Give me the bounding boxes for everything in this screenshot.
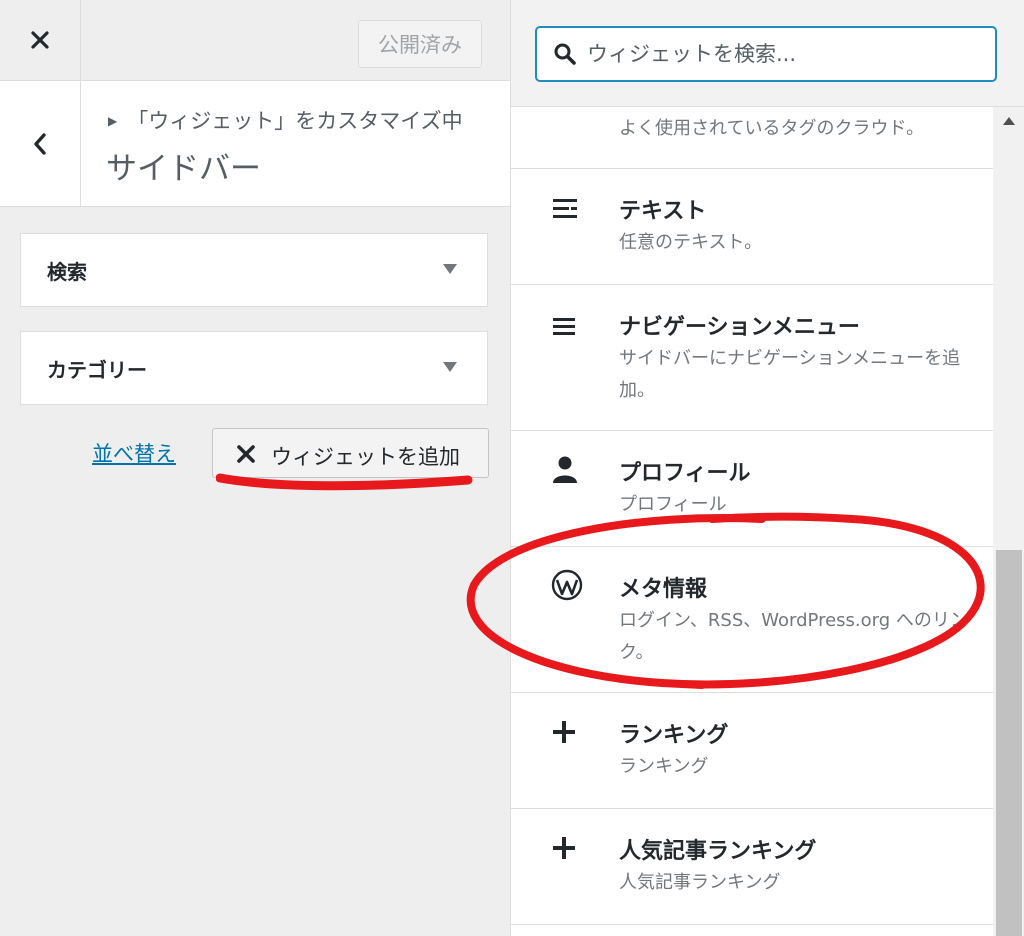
widget-option-desc: ログイン、RSS、WordPress.org へのリンク。	[619, 610, 968, 663]
widget-option-desc: 任意のテキスト。	[619, 232, 763, 253]
widget-option-navigation-menu[interactable]: ナビゲーションメニュー サイドバーにナビゲーションメニューを追加。	[511, 285, 993, 431]
available-widgets-list: よく使用されているタグのクラウド。 テキスト 任意のテキスト。 ナビゲーションメ…	[511, 107, 993, 936]
widget-option-meta[interactable]: メタ情報 ログイン、RSS、WordPress.org へのリンク。	[511, 547, 993, 693]
customizer-topbar: 公開済み	[0, 0, 510, 81]
scrollbar-thumb[interactable]	[996, 550, 1022, 936]
plus-icon	[553, 721, 575, 743]
widget-option-title: プロフィール	[619, 461, 751, 486]
widget-option-title: ランキング	[619, 723, 729, 748]
widget-option-desc: ランキング	[619, 756, 709, 777]
widget-option-popular-ranking[interactable]: 人気記事ランキング 人気記事ランキング	[511, 809, 993, 925]
chevron-left-icon	[34, 132, 46, 155]
widget-search-area	[511, 0, 1024, 107]
caret-down-icon[interactable]	[443, 362, 457, 372]
person-icon	[553, 456, 577, 483]
scroll-up-arrow-icon[interactable]	[1003, 117, 1015, 125]
triangle-right-icon: ▶	[108, 114, 118, 128]
widget-search-box[interactable]	[535, 26, 997, 82]
widget-option-desc: サイドバーにナビゲーションメニューを追加。	[619, 348, 961, 401]
publish-button[interactable]: 公開済み	[358, 20, 482, 68]
menu-icon	[553, 318, 575, 335]
plus-icon	[553, 837, 575, 859]
widget-option-desc: 人気記事ランキング	[619, 872, 781, 893]
widget-option-tag-cloud[interactable]: よく使用されているタグのクラウド。	[511, 107, 993, 169]
back-button[interactable]	[0, 81, 81, 206]
section-header: ▶ 「ウィジェット」をカスタマイズ中 サイドバー	[0, 81, 510, 207]
widget-search-input[interactable]	[587, 36, 977, 72]
widget-option-text[interactable]: テキスト 任意のテキスト。	[511, 169, 993, 285]
widget-option-desc: プロフィール	[619, 494, 727, 515]
breadcrumb: ▶ 「ウィジェット」をカスタマイズ中	[108, 105, 463, 135]
widget-option-title: 人気記事ランキング	[619, 839, 817, 864]
customizer-panel: 公開済み ▶ 「ウィジェット」をカスタマイズ中 サイドバー 検索 カテゴリー 並べ…	[0, 0, 510, 936]
widget-library-panel: よく使用されているタグのクラウド。 テキスト 任意のテキスト。 ナビゲーションメ…	[510, 0, 1024, 936]
search-icon	[554, 43, 576, 65]
close-icon	[237, 445, 255, 463]
wordpress-icon	[551, 569, 583, 601]
reorder-link[interactable]: 並べ替え	[92, 438, 176, 468]
breadcrumb-text: 「ウィジェット」をカスタマイズ中	[127, 109, 463, 133]
widget-option-desc: よく使用されているタグのクラウド。	[619, 118, 925, 139]
widget-option-title: メタ情報	[619, 577, 708, 602]
widget-option-title: ナビゲーションメニュー	[619, 315, 860, 340]
add-widget-label: ウィジェットを追加	[271, 445, 460, 469]
page-title: サイドバー	[106, 151, 261, 187]
close-icon	[31, 31, 49, 49]
widget-categories[interactable]: カテゴリー	[20, 331, 488, 405]
scrollbar[interactable]	[993, 107, 1024, 936]
red-underline-annotation	[216, 473, 473, 491]
widget-option-profile[interactable]: プロフィール プロフィール	[511, 431, 993, 547]
widget-search[interactable]: 検索	[20, 233, 488, 307]
caret-down-icon[interactable]	[443, 264, 457, 274]
close-button[interactable]	[0, 0, 81, 80]
widget-title: カテゴリー	[47, 358, 147, 382]
widget-option-ranking[interactable]: ランキング ランキング	[511, 693, 993, 809]
widget-title: 検索	[47, 260, 87, 284]
widget-option-title: テキスト	[619, 199, 707, 224]
text-icon	[553, 199, 577, 218]
